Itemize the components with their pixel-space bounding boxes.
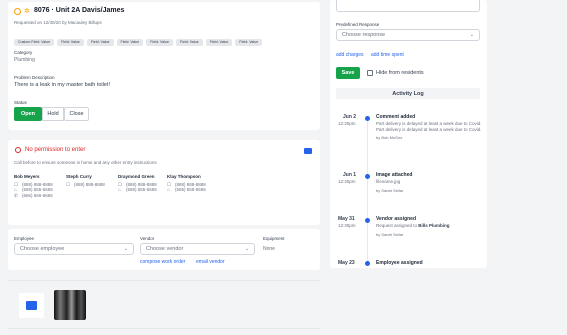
attachments-divider	[8, 280, 320, 281]
problem-text: There is a leak in my master bath toilet…	[14, 82, 110, 88]
upload-image-button[interactable]	[19, 293, 44, 318]
add-time-link[interactable]: add time spent	[371, 52, 404, 58]
activity-time: 12:30pm	[338, 179, 356, 184]
activity-time: 12:30pm	[338, 223, 356, 228]
category-label: Category	[14, 50, 33, 55]
status-close-button[interactable]: Close	[64, 107, 89, 121]
add-charges-link[interactable]: add charges	[336, 52, 364, 58]
activity-body: Request assigned to Bills Plumbing	[376, 223, 450, 228]
chevron-down-icon: ⌄	[244, 246, 249, 252]
activity-title: Vendor assigned	[376, 216, 417, 222]
chevron-down-icon: ⌄	[469, 32, 474, 38]
field-chip: Custom Field: Value	[14, 39, 55, 46]
activity-time: 12:30pm	[338, 121, 356, 126]
save-button[interactable]: Save	[336, 67, 360, 79]
activity-title: Image attached	[376, 172, 413, 178]
status-circle-icon	[14, 8, 21, 15]
vendor-placeholder: Choose vendor	[146, 246, 184, 252]
comment-input[interactable]	[336, 0, 480, 12]
image-upload-icon	[26, 301, 37, 310]
phone-icon: ☐	[66, 181, 71, 187]
activity-body: Part delivery is delayed at least a week…	[376, 121, 482, 132]
home-icon: ⌂	[118, 187, 121, 192]
vendor-label: Vendor	[140, 236, 155, 241]
custom-fields: Custom Field: Value Field: Value Field: Va…	[14, 30, 265, 48]
contact-name: Steph Curry	[66, 174, 92, 179]
timeline-dot	[365, 261, 370, 266]
activity-content: Comment added Part delivery is delayed a…	[376, 114, 482, 141]
call-icon: ✆	[14, 192, 18, 198]
hide-checkbox[interactable]	[367, 70, 373, 76]
contact-name: Klay Thompson	[167, 174, 201, 179]
problem-label: Problem Description	[14, 75, 55, 80]
contact-phone: ☐ (888) 888-8888	[66, 181, 105, 187]
contact-home: ⌂ (555) 555-5555	[167, 187, 206, 192]
activity-date: May 23	[338, 260, 355, 266]
mail-icon[interactable]	[304, 148, 312, 154]
attachments-bottom-divider	[8, 328, 320, 329]
timeline-dot	[365, 174, 370, 179]
wrench-icon: ✲	[24, 8, 30, 15]
chevron-down-icon: ⌄	[123, 246, 128, 252]
status-hold-button[interactable]: Hold	[42, 107, 64, 121]
timeline-line	[367, 116, 368, 266]
contact: Steph Curry ☐ (888) 888-8888	[66, 174, 126, 187]
field-chip: Field: Value	[175, 39, 203, 46]
permission-title: No permission to enter	[25, 147, 86, 153]
category-value: Plumbing	[14, 57, 35, 63]
predefined-label: Predefined Response	[336, 22, 380, 27]
field-chip: Field: Value	[146, 39, 173, 46]
job-title: 8076 · Unit 2A Davis/James	[34, 7, 125, 14]
requested-text: Requested on 12/30/20 by Macauley Billup…	[14, 20, 102, 25]
contact-name: Bob Meyers	[14, 174, 40, 179]
contact-call: ✆ (666) 666-6666	[14, 192, 53, 198]
vendor-select[interactable]: Choose vendor ⌄	[140, 243, 255, 255]
permission-note: Call before to ensure someone is home an…	[14, 160, 157, 165]
contact: Klay Thompson ☐ (888) 888-8888 ⌂ (555) 555…	[167, 174, 227, 193]
activity-log-header: Activity Log	[336, 88, 480, 99]
employee-label: Employee	[14, 236, 35, 241]
activity-title: Employee assigned	[376, 260, 423, 266]
employee-select[interactable]: Choose employee ⌄	[14, 243, 134, 255]
contact: Bob Meyers ☐ (888) 888-8888 ⌂ (555) 555-55…	[14, 174, 74, 198]
email-vendor-link[interactable]: email vendor	[196, 259, 225, 265]
field-chip: Field: Value	[205, 39, 233, 46]
equipment-label: Equipment	[263, 236, 285, 241]
predefined-placeholder: Choose response	[342, 32, 386, 38]
hide-label: Hide from residents	[376, 70, 424, 76]
status-label: Status	[14, 100, 27, 105]
status-open-button[interactable]: Open	[14, 107, 42, 121]
timeline-dot	[365, 218, 370, 223]
activity-date: May 31	[338, 216, 355, 222]
activity-content: Vendor assigned Request assigned to Bill…	[376, 216, 482, 237]
activity-author: by Sarah Sellar	[376, 187, 404, 193]
attachment-thumbnail[interactable]	[54, 290, 86, 320]
employee-placeholder: Choose employee	[20, 246, 65, 252]
activity-body: filename.jpg	[376, 179, 401, 184]
compose-work-order-link[interactable]: compose work order	[140, 259, 185, 265]
activity-title: Comment added	[376, 114, 416, 120]
field-chip: Field: Value	[57, 39, 84, 46]
field-chip: Field: Value	[235, 39, 263, 46]
equipment-value: None	[263, 246, 275, 252]
predefined-select[interactable]: Choose response ⌄	[336, 29, 480, 41]
activity-content: Image attached filename.jpg by Sarah Sel…	[376, 172, 482, 193]
field-chip: Field: Value	[116, 39, 144, 46]
activity-author: by Bob McGee	[376, 135, 403, 140]
field-chip: Field: Value	[86, 39, 114, 46]
home-icon: ⌂	[167, 187, 170, 192]
activity-date: Jun 1	[343, 172, 357, 178]
activity-date: Jun 2	[343, 114, 357, 120]
timeline-dot	[365, 116, 370, 121]
alert-icon	[15, 147, 21, 153]
activity-author: by Sarah Sellar	[376, 231, 404, 237]
activity-log-title: Activity Log	[392, 90, 424, 97]
